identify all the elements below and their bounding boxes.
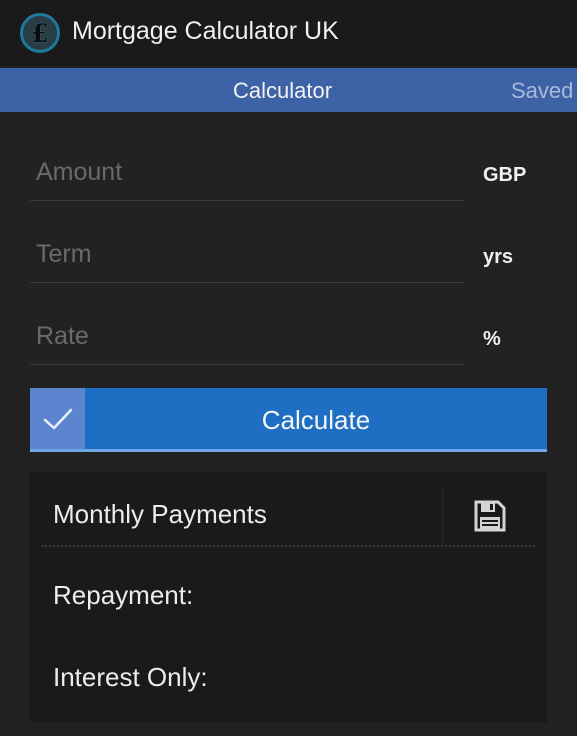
floppy-disk-icon [474,500,506,532]
calculate-button[interactable]: Calculate [30,388,547,452]
app-title-bar: £ Mortgage Calculator UK [0,0,577,66]
tab-calculator[interactable]: Calculator [233,78,332,104]
checkmark-icon [30,388,85,449]
amount-placeholder: Amount [36,158,123,186]
amount-unit: GBP [483,164,527,186]
term-row: Term yrs [30,228,550,284]
pound-glyph: £ [31,18,49,48]
results-title: Monthly Payments [53,499,267,529]
pound-coin-icon: £ [20,13,60,53]
term-placeholder: Term [36,240,92,268]
term-unit: yrs [483,246,514,268]
results-divider [42,545,535,547]
term-field[interactable]: Term [30,228,464,283]
save-button[interactable] [442,486,537,546]
rate-field[interactable]: Rate [30,310,464,365]
repayment-label: Repayment: [53,580,194,610]
tab-saved[interactable]: Saved [511,78,573,104]
calculate-button-label: Calculate [261,405,371,435]
tab-bar: Calculator Saved [0,68,577,112]
app-title: Mortgage Calculator UK [72,17,339,45]
amount-row: Amount GBP [30,146,550,202]
rate-row: Rate % [30,310,550,366]
results-header: Monthly Payments [30,472,547,546]
results-panel: Monthly Payments Repayment: Interest Onl… [30,472,547,722]
interest-only-label: Interest Only: [53,662,208,692]
amount-field[interactable]: Amount [30,146,464,201]
rate-placeholder: Rate [36,322,89,350]
rate-unit: % [483,328,501,350]
